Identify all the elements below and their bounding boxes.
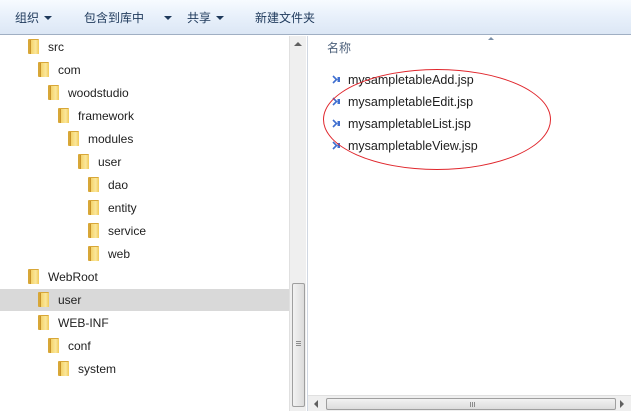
red-annotation-ellipse <box>323 69 551 170</box>
tree-item-label: service <box>108 224 147 238</box>
include-library-button[interactable]: 包含到库中 <box>84 9 144 27</box>
grip-icon <box>296 345 301 346</box>
tree-item-web[interactable]: web <box>0 243 289 265</box>
tree-item-label: dao <box>108 178 129 192</box>
tree-item-webroot[interactable]: WebRoot <box>0 266 289 288</box>
scroll-right-arrow-icon[interactable] <box>620 400 624 408</box>
chevron-down-icon[interactable] <box>44 16 52 20</box>
name-column-header[interactable]: 名称 <box>327 40 351 56</box>
chevron-down-icon[interactable] <box>216 16 224 20</box>
tree-item-label: woodstudio <box>68 86 129 100</box>
folder-icon <box>88 246 99 261</box>
tree-item-framework[interactable]: framework <box>0 105 289 127</box>
tree-item-service[interactable]: service <box>0 220 289 242</box>
new-folder-label: 新建文件夹 <box>255 11 316 25</box>
grip-icon <box>296 341 301 342</box>
command-bar: 组织 包含到库中 共享 新建文件夹 <box>0 0 631 35</box>
tree-item-modules[interactable]: modules <box>0 128 289 150</box>
tree-item-label: WebRoot <box>48 270 98 284</box>
tree-item-label: com <box>58 63 81 77</box>
tree-item-label: src <box>48 40 64 54</box>
folder-icon <box>28 269 39 284</box>
folder-icon <box>38 62 49 77</box>
folder-icon <box>58 361 69 376</box>
folder-icon <box>38 315 49 330</box>
tree-item-web-inf[interactable]: WEB-INF <box>0 312 289 334</box>
sort-ascending-icon <box>488 37 494 40</box>
file-list-pane: 名称 mysampletableAdd.jsp mysampletableEdi… <box>307 36 631 411</box>
tree-item-label: conf <box>68 339 91 353</box>
tree-item-label: user <box>98 155 122 169</box>
folder-icon <box>68 131 79 146</box>
file-list-scroll-thumb[interactable] <box>326 398 616 410</box>
tree-item-label: framework <box>78 109 135 123</box>
folder-icon <box>38 292 49 307</box>
grip-icon <box>474 402 475 407</box>
folder-icon <box>48 338 59 353</box>
folder-icon <box>88 177 99 192</box>
scroll-left-arrow-icon[interactable] <box>314 400 318 408</box>
share-label: 共享 <box>187 11 212 25</box>
file-list-horizontal-scrollbar[interactable] <box>308 395 631 411</box>
tree-item-label: entity <box>108 201 137 215</box>
folder-icon <box>88 200 99 215</box>
include-library-label: 包含到库中 <box>84 11 145 25</box>
folder-icon <box>28 39 39 54</box>
tree-item-system[interactable]: system <box>0 358 289 380</box>
tree-item-label: web <box>108 247 131 261</box>
tree-item-user[interactable]: user <box>0 151 289 173</box>
organize-button[interactable]: 组织 <box>15 9 39 27</box>
tree-scroll-thumb[interactable] <box>292 283 305 407</box>
tree-item-woodstudio[interactable]: woodstudio <box>0 82 289 104</box>
grip-icon <box>470 402 471 407</box>
share-button[interactable]: 共享 <box>187 9 211 27</box>
tree-item-src[interactable]: src <box>0 36 289 58</box>
navigation-tree: src com woodstudio framework modules use… <box>0 36 289 411</box>
tree-item-com[interactable]: com <box>0 59 289 81</box>
tree-item-entity[interactable]: entity <box>0 197 289 219</box>
tree-vertical-scrollbar[interactable] <box>289 36 306 411</box>
chevron-down-icon[interactable] <box>164 16 172 20</box>
tree-item-label: system <box>78 362 117 376</box>
tree-item-dao[interactable]: dao <box>0 174 289 196</box>
folder-icon <box>78 154 89 169</box>
grip-icon <box>296 343 301 344</box>
folder-icon <box>48 85 59 100</box>
new-folder-button[interactable]: 新建文件夹 <box>255 9 315 27</box>
folder-icon <box>88 223 99 238</box>
tree-item-conf[interactable]: conf <box>0 335 289 357</box>
tree-item-label: modules <box>88 132 134 146</box>
tree-item-label: user <box>58 293 82 307</box>
tree-item-webroot-user[interactable]: user <box>0 289 289 311</box>
folder-icon <box>58 108 69 123</box>
scroll-up-arrow-icon[interactable] <box>294 42 302 46</box>
tree-item-label: WEB-INF <box>58 316 109 330</box>
grip-icon <box>472 402 473 407</box>
jsp-file-icon <box>332 75 340 84</box>
organize-label: 组织 <box>15 11 40 25</box>
